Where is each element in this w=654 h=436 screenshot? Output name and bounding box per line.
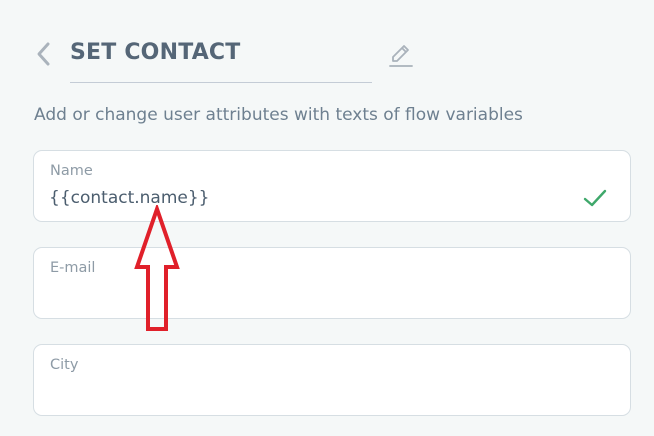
back-button[interactable] [33,40,57,68]
name-field[interactable]: Name {{contact.name}} [33,150,631,222]
email-field-label: E-mail [50,260,96,276]
check-icon [583,189,607,207]
title-field[interactable]: SET CONTACT [70,36,372,83]
chevron-left-icon [37,42,50,66]
description-text: Add or change user attributes with texts… [34,105,523,125]
city-field[interactable]: City [33,344,631,416]
email-field[interactable]: E-mail [33,247,631,319]
page-title: SET CONTACT [70,40,241,65]
city-field-label: City [50,357,79,373]
edit-title-button[interactable] [386,40,416,70]
pencil-icon [389,45,413,67]
name-field-label: Name [50,163,93,179]
name-field-value[interactable]: {{contact.name}} [49,188,210,208]
header: SET CONTACT [0,0,654,90]
